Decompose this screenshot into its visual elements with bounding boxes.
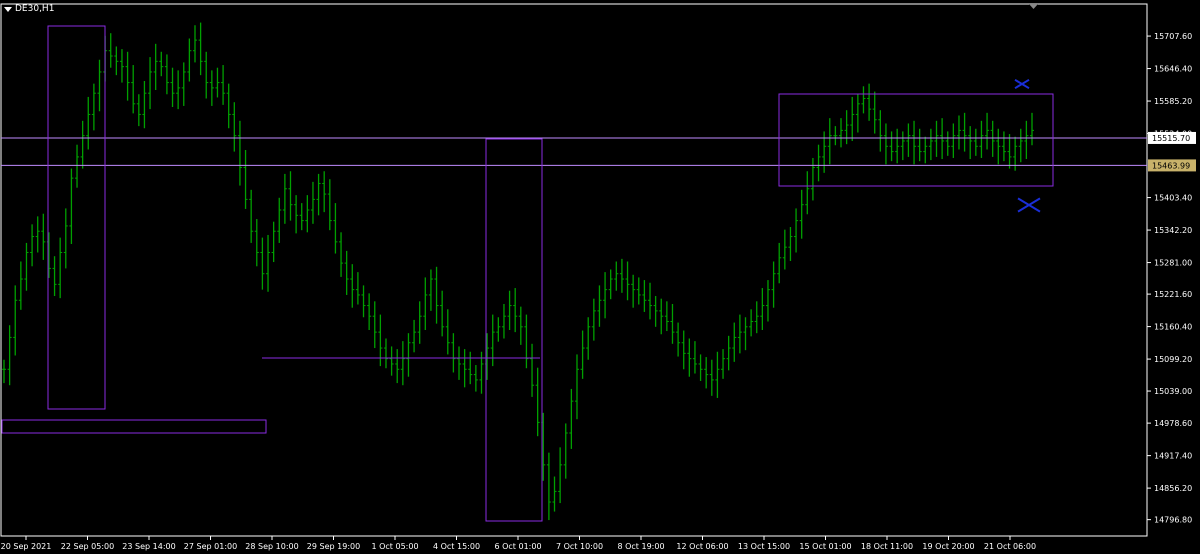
y-tick-label: 15039.00	[1154, 387, 1192, 396]
drawn-rectangle	[47, 25, 106, 410]
y-tick-label: 15281.00	[1154, 259, 1192, 268]
dropdown-triangle-icon[interactable]	[4, 6, 12, 12]
x-tick-label: 8 Oct 19:00	[617, 542, 664, 551]
x-tick-label: 20 Sep 2021	[1, 542, 52, 551]
shift-marker-icon	[1029, 4, 1038, 9]
x-tick-label: 4 Oct 15:00	[433, 542, 480, 551]
x-tick-label: 27 Sep 01:00	[184, 542, 237, 551]
y-tick-label: 15707.60	[1154, 32, 1192, 41]
y-tick-label: 14917.40	[1154, 452, 1192, 461]
y-tick-label: 15221.60	[1154, 290, 1192, 299]
price-bars	[2, 22, 1034, 521]
y-tick-label: 15585.20	[1154, 97, 1192, 106]
x-tick-label: 22 Sep 05:00	[61, 542, 114, 551]
x-tick-label: 18 Oct 11:00	[861, 542, 913, 551]
chart-root: 15707.6015646.4015585.2015524.0015403.40…	[0, 0, 1200, 554]
x-tick-label: 23 Sep 14:00	[122, 542, 175, 551]
x-tick-label: 29 Sep 19:00	[307, 542, 360, 551]
y-tick-label: 15099.20	[1154, 355, 1192, 364]
drawn-rectangle	[1, 419, 267, 434]
y-tick-label: 15160.40	[1154, 323, 1192, 332]
drawn-rectangle	[485, 138, 543, 522]
y-tick-label: 14796.80	[1154, 516, 1192, 525]
x-tick-label: 1 Oct 05:00	[371, 542, 418, 551]
x-tick-label: 21 Oct 06:00	[984, 542, 1036, 551]
x-tick-label: 6 Oct 01:00	[494, 542, 541, 551]
y-tick-label: 14978.60	[1154, 419, 1192, 428]
x-tick-label: 19 Oct 20:00	[922, 542, 974, 551]
y-tick-label: 15342.20	[1154, 226, 1192, 235]
x-tick-label: 13 Oct 15:00	[738, 542, 790, 551]
chart-svg: 15707.6015646.4015585.2015524.0015403.40…	[0, 3, 1196, 551]
y-tick-label: 15403.40	[1154, 194, 1192, 203]
x-tick-label: 12 Oct 06:00	[676, 542, 728, 551]
y-tick-label: 14856.20	[1154, 484, 1192, 493]
drawn-rectangle	[778, 93, 1054, 187]
price-tag-label: 15515.70	[1152, 134, 1190, 143]
chart-title-label[interactable]: DE30,H1	[4, 4, 54, 14]
x-tick-label: 7 Oct 10:00	[556, 542, 603, 551]
y-tick-label: 15646.40	[1154, 65, 1192, 74]
symbol-timeframe: DE30,H1	[15, 4, 55, 14]
price-tag-label: 15463.99	[1152, 161, 1190, 170]
x-tick-label: 15 Oct 01:00	[799, 542, 851, 551]
x-tick-label: 28 Sep 10:00	[245, 542, 298, 551]
